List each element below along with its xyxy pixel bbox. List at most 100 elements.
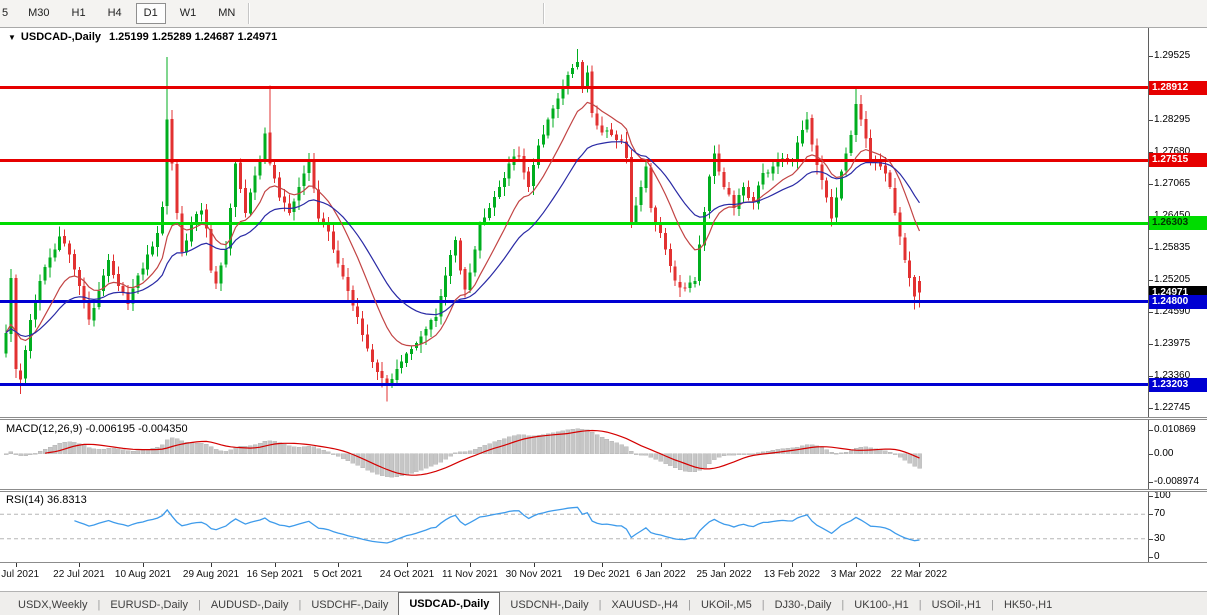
date-tick-label: 4 Jul 2021 xyxy=(0,569,40,580)
date-tick-label: 11 Nov 2021 xyxy=(442,569,498,580)
chart-title: ▼ USDCAD-,Daily 1.25199 1.25289 1.24687 1.… xyxy=(8,31,277,43)
rsi-label: RSI(14) 36.8313 xyxy=(6,494,87,506)
date-tick-mark xyxy=(534,563,535,567)
macd-tick-label: 0.010869 xyxy=(1154,424,1196,435)
date-tick-mark xyxy=(792,563,793,567)
date-tick-label: 6 Jan 2022 xyxy=(636,569,686,580)
tab-xauusd-h4[interactable]: XAUUSD-,H4 xyxy=(601,595,688,615)
macd-label: MACD(12,26,9) -0.006195 -0.004350 xyxy=(6,423,188,435)
price-axis[interactable]: 1.295251.282951.276801.270651.264501.258… xyxy=(1148,28,1207,562)
timeframe-button-mn[interactable]: MN xyxy=(210,3,243,24)
date-tick-mark xyxy=(275,563,276,567)
rsi-tick-mark xyxy=(1149,557,1153,558)
date-tick-label: 22 Mar 2022 xyxy=(890,569,948,580)
price-tick-mark xyxy=(1149,248,1153,249)
tab-dj30-daily[interactable]: DJ30-,Daily xyxy=(765,595,842,615)
rsi-tick-mark xyxy=(1149,514,1153,515)
timeframe-button-w1[interactable]: W1 xyxy=(172,3,205,24)
price-tick-mark xyxy=(1149,344,1153,345)
candles xyxy=(4,49,921,402)
price-tick-mark xyxy=(1149,408,1153,409)
price-tick-mark xyxy=(1149,184,1153,185)
chart-tab-bar: USDX,Weekly | EURUSD-,Daily | AUDUSD-,Daily |… xyxy=(0,591,1207,615)
tab-ukoil-m5[interactable]: UKOil-,M5 xyxy=(691,595,762,615)
date-tick-mark xyxy=(16,563,17,567)
price-tick-label: 1.25835 xyxy=(1154,242,1191,253)
tab-usdx-weekly[interactable]: USDX,Weekly xyxy=(8,595,97,615)
date-tick-mark xyxy=(338,563,339,567)
panel-splitter[interactable] xyxy=(0,489,1207,492)
tab-usdcad-daily[interactable]: USDCAD-,Daily xyxy=(398,592,501,615)
date-tick-label: 13 Feb 2022 xyxy=(763,569,821,580)
tab-audusd-daily[interactable]: AUDUSD-,Daily xyxy=(201,595,299,615)
timeframe-button-h1[interactable]: H1 xyxy=(64,3,94,24)
date-tick-label: 3 Mar 2022 xyxy=(830,569,882,580)
chart-collapse-arrow[interactable]: ▼ xyxy=(8,33,16,42)
macd-tick-label: 0.00 xyxy=(1154,448,1174,459)
panel-splitter[interactable] xyxy=(0,417,1207,420)
date-tick-label: 16 Sep 2021 xyxy=(246,569,304,580)
timeframe-toolbar: 5 M30 H1 H4 D1 W1 MN xyxy=(0,0,1207,28)
price-line-label: 1.28912 xyxy=(1149,81,1207,95)
date-tick-mark xyxy=(919,563,920,567)
price-tick-label: 1.29525 xyxy=(1154,50,1191,61)
rsi-panel-canvas[interactable] xyxy=(0,492,1148,562)
price-tick-mark xyxy=(1149,56,1153,57)
toolbar-divider xyxy=(248,3,251,24)
price-tick-mark xyxy=(1149,312,1153,313)
date-tick-mark xyxy=(79,563,80,567)
chart-symbol-label: USDCAD-,Daily xyxy=(20,31,101,43)
date-tick-mark xyxy=(470,563,471,567)
macd-tick-mark xyxy=(1149,482,1153,483)
price-tick-label: 1.25205 xyxy=(1154,274,1191,285)
date-tick-label: 10 Aug 2021 xyxy=(114,569,172,580)
tab-eurusd-daily[interactable]: EURUSD-,Daily xyxy=(100,595,198,615)
date-axis[interactable]: 4 Jul 2021 22 Jul 2021 10 Aug 2021 29 Aug 2… xyxy=(0,562,1207,592)
rsi-line xyxy=(74,506,920,544)
price-tick-label: 1.22745 xyxy=(1154,402,1191,413)
tab-usdchf-daily[interactable]: USDCHF-,Daily xyxy=(301,595,398,615)
price-tick-label: 1.28295 xyxy=(1154,114,1191,125)
date-tick-label: 30 Nov 2021 xyxy=(505,569,563,580)
date-tick-label: 25 Jan 2022 xyxy=(696,569,752,580)
date-tick-mark xyxy=(856,563,857,567)
tab-uk100-h1[interactable]: UK100-,H1 xyxy=(844,595,918,615)
price-tick-mark xyxy=(1149,280,1153,281)
timeframe-button-h4[interactable]: H4 xyxy=(100,3,130,24)
timeframe-button-m30[interactable]: M30 xyxy=(20,3,57,24)
tab-hk50-h1[interactable]: HK50-,H1 xyxy=(994,595,1062,615)
date-tick-mark xyxy=(407,563,408,567)
rsi-tick-mark xyxy=(1149,539,1153,540)
rsi-tick-mark xyxy=(1149,496,1153,497)
macd-histogram xyxy=(3,428,922,478)
tab-usdcnh-daily[interactable]: USDCNH-,Daily xyxy=(500,595,598,615)
price-tick-label: 1.23975 xyxy=(1154,338,1191,349)
trading-platform-window: 5 M30 H1 H4 D1 W1 MN ▼ USDCAD-,Daily 1.25199 1.2… xyxy=(0,0,1207,615)
price-line-label: 1.23203 xyxy=(1149,378,1207,392)
date-tick-label: 5 Oct 2021 xyxy=(313,569,363,580)
price-tick-label: 1.27065 xyxy=(1154,178,1191,189)
date-tick-label: 22 Jul 2021 xyxy=(53,569,105,580)
macd-tick-mark xyxy=(1149,430,1153,431)
rsi-tick-label: 30 xyxy=(1154,533,1166,544)
rsi-tick-label: 70 xyxy=(1154,508,1166,519)
date-tick-mark xyxy=(602,563,603,567)
timeframe-button-d1[interactable]: D1 xyxy=(135,3,166,24)
price-tick-mark xyxy=(1149,120,1153,121)
date-tick-mark xyxy=(211,563,212,567)
price-tick-mark xyxy=(1149,376,1153,377)
date-tick-label: 29 Aug 2021 xyxy=(182,569,240,580)
date-tick-label: 24 Oct 2021 xyxy=(379,569,435,580)
rsi-tick-label: 0 xyxy=(1154,551,1160,562)
date-tick-mark xyxy=(724,563,725,567)
price-chart-canvas[interactable] xyxy=(0,28,1148,417)
tab-usoil-h1[interactable]: USOil-,H1 xyxy=(922,595,992,615)
chart-ohlc-values: 1.25199 1.25289 1.24687 1.24971 xyxy=(109,31,278,43)
timeframe-button-5[interactable]: 5 xyxy=(0,3,14,24)
price-line-label: 1.24800 xyxy=(1149,295,1207,309)
date-tick-mark xyxy=(661,563,662,567)
date-tick-label: 19 Dec 2021 xyxy=(573,569,631,580)
price-line-label: 1.27515 xyxy=(1149,153,1207,167)
macd-tick-label: -0.008974 xyxy=(1154,476,1200,487)
toolbar-divider xyxy=(543,3,545,24)
